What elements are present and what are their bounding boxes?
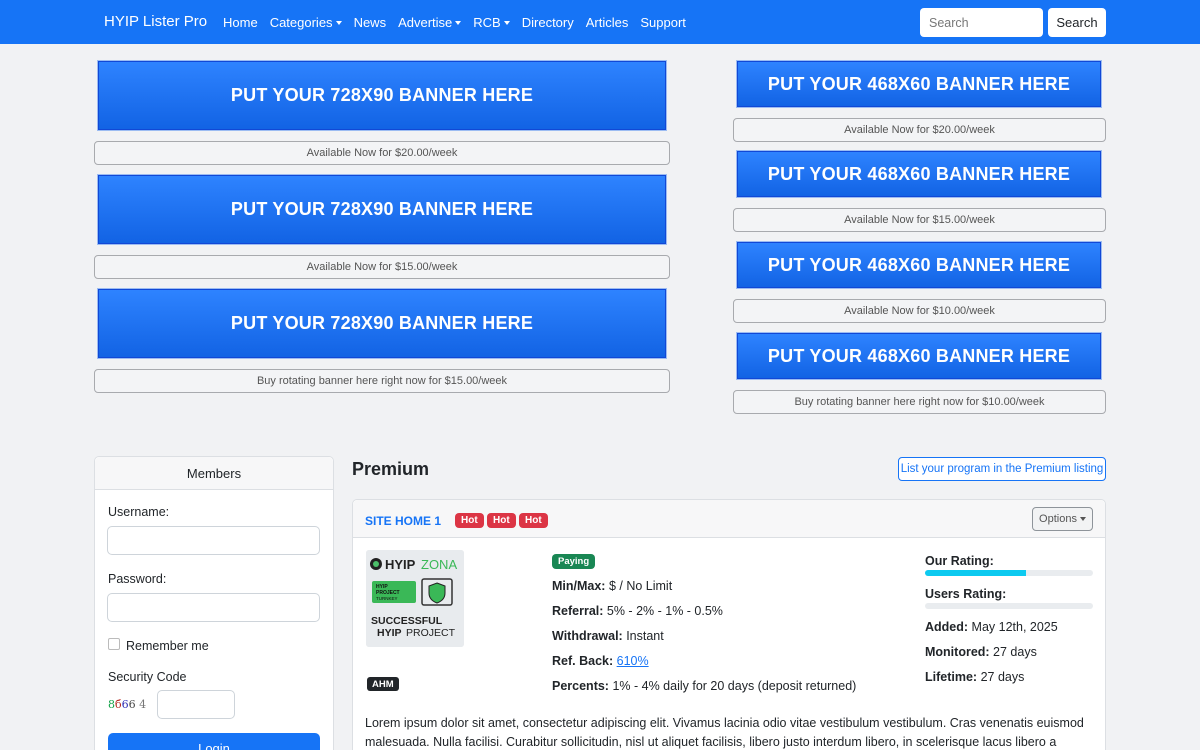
username-input[interactable] — [107, 526, 320, 555]
program-name-link[interactable]: SITE HOME 1 — [365, 514, 441, 528]
percents-row: Percents: 1% - 4% daily for 20 days (dep… — [552, 679, 857, 693]
premium-heading: Premium — [352, 459, 430, 479]
users-rating-label: Users Rating: — [925, 587, 1007, 601]
nav-directory[interactable]: Directory — [522, 15, 574, 30]
banner-728x90-2[interactable]: PUT YOUR 728X90 BANNER HERE — [98, 175, 666, 244]
refback-link[interactable]: 610% — [617, 654, 649, 668]
program-description: Lorem ipsum dolor sit amet, consectetur … — [365, 716, 1084, 749]
monitored-row: Monitored: 27 days — [925, 645, 1037, 659]
remember-me-checkbox[interactable] — [108, 638, 120, 650]
our-rating-label: Our Rating: — [925, 554, 994, 568]
members-title: Members — [95, 457, 333, 490]
main-nav: Home Categories News Advertise RCB Direc… — [223, 15, 698, 30]
caret-down-icon — [503, 21, 510, 25]
our-rating-fill — [925, 570, 1026, 576]
caret-down-icon — [1079, 517, 1086, 521]
program-card-header: SITE HOME 1 Hot Hot Hot Options — [353, 500, 1105, 538]
login-button[interactable]: Login — [108, 733, 320, 750]
banner-728x90-3[interactable]: PUT YOUR 728X90 BANNER HERE — [98, 289, 666, 358]
nav-articles[interactable]: Articles — [586, 15, 629, 30]
username-label: Username: — [108, 505, 170, 519]
remember-me-label: Remember me — [126, 639, 209, 653]
nav-advertise[interactable]: Advertise — [398, 15, 462, 30]
options-dropdown-button[interactable]: Options — [1032, 507, 1093, 531]
hot-badge: Hot — [455, 513, 484, 528]
password-input[interactable] — [107, 593, 320, 622]
our-rating-bar — [925, 570, 1093, 576]
caret-down-icon — [455, 21, 462, 25]
banner-468x60-4-caption[interactable]: Buy rotating banner here right now for $… — [733, 390, 1106, 414]
program-logo[interactable]: HYIP ZONA HYIP PROJECT TURNKEY SUCCESSFU… — [366, 550, 464, 647]
list-program-button[interactable]: List your program in the Premium listing — [898, 457, 1106, 481]
refback-row: Ref. Back: 610% — [552, 654, 649, 668]
security-code-input[interactable] — [157, 690, 235, 719]
minmax-row: Min/Max: $ / No Limit — [552, 579, 673, 593]
svg-text:SUCCESSFUL: SUCCESSFUL — [371, 615, 443, 627]
banner-468x60-2[interactable]: PUT YOUR 468X60 BANNER HERE — [737, 151, 1101, 197]
svg-text:HYIP: HYIP — [385, 557, 416, 572]
brand-logo[interactable]: HYIP Lister Pro — [104, 13, 207, 30]
program-card: SITE HOME 1 Hot Hot Hot Options HYIP ZON… — [352, 499, 1106, 750]
banner-728x90-3-caption[interactable]: Buy rotating banner here right now for $… — [94, 369, 670, 393]
banner-728x90-1[interactable]: PUT YOUR 728X90 BANNER HERE — [98, 61, 666, 130]
added-row: Added: May 12th, 2025 — [925, 620, 1058, 634]
nav-home[interactable]: Home — [223, 15, 258, 30]
banner-468x60-4[interactable]: PUT YOUR 468X60 BANNER HERE — [737, 333, 1101, 379]
users-rating-bar — [925, 603, 1093, 609]
banner-468x60-1[interactable]: PUT YOUR 468X60 BANNER HERE — [737, 61, 1101, 107]
search-button[interactable]: Search — [1048, 8, 1106, 37]
password-label: Password: — [108, 572, 167, 586]
nav-rcb[interactable]: RCB — [473, 15, 510, 30]
nav-support[interactable]: Support — [640, 15, 686, 30]
svg-text:ZONA: ZONA — [421, 557, 457, 572]
banner-728x90-2-caption[interactable]: Available Now for $15.00/week — [94, 255, 670, 279]
banner-728x90-1-caption[interactable]: Available Now for $20.00/week — [94, 141, 670, 165]
hot-badge: Hot — [487, 513, 516, 528]
monitor-badge[interactable]: AHM — [367, 677, 399, 691]
banner-468x60-3-caption[interactable]: Available Now for $10.00/week — [733, 299, 1106, 323]
status-badge: Paying — [552, 554, 596, 569]
security-code-label: Security Code — [108, 670, 187, 684]
nav-news[interactable]: News — [354, 15, 387, 30]
svg-text:TURNKEY: TURNKEY — [376, 596, 398, 601]
withdrawal-row: Withdrawal: Instant — [552, 629, 664, 643]
hot-badge: Hot — [519, 513, 548, 528]
banner-468x60-2-caption[interactable]: Available Now for $15.00/week — [733, 208, 1106, 232]
caret-down-icon — [335, 21, 342, 25]
top-navbar: HYIP Lister Pro Home Categories News Adv… — [0, 0, 1200, 44]
referral-row: Referral: 5% - 2% - 1% - 0.5% — [552, 604, 723, 618]
search-input[interactable] — [920, 8, 1043, 37]
banner-468x60-1-caption[interactable]: Available Now for $20.00/week — [733, 118, 1106, 142]
lifetime-row: Lifetime: 27 days — [925, 670, 1025, 684]
svg-text:PROJECT: PROJECT — [406, 627, 456, 639]
hyipzona-logo-icon: HYIP ZONA HYIP PROJECT TURNKEY SUCCESSFU… — [366, 550, 464, 647]
nav-categories[interactable]: Categories — [270, 15, 342, 30]
banner-468x60-3[interactable]: PUT YOUR 468X60 BANNER HERE — [737, 242, 1101, 288]
svg-text:HYIP: HYIP — [377, 627, 402, 639]
captcha-image: 8б66 4 — [108, 698, 147, 711]
